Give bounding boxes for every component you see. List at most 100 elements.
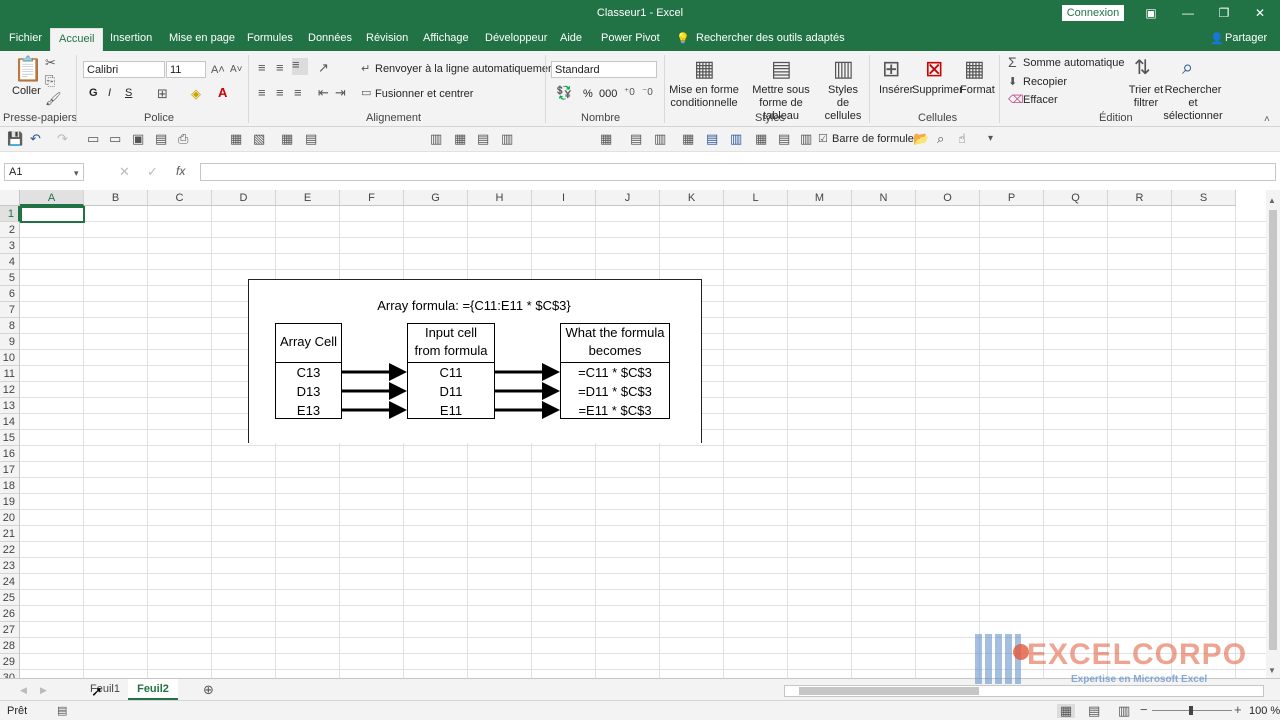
tab-insertion[interactable]: Insertion [110, 32, 152, 44]
scroll-up-icon[interactable]: ▲ [1268, 196, 1276, 205]
row-header-5[interactable]: 5 [0, 270, 20, 286]
row-header-12[interactable]: 12 [0, 382, 20, 398]
align-center-icon[interactable]: ≡ [276, 86, 284, 100]
format-table-icon[interactable]: ▤ [771, 57, 792, 81]
signin-button[interactable]: Connexion [1062, 5, 1124, 21]
row-header-11[interactable]: 11 [0, 366, 20, 382]
qat-tool-icon[interactable]: ▤ [778, 132, 790, 146]
prev-sheet-icon[interactable]: ◀ [20, 683, 27, 697]
autosum-button[interactable]: Somme automatique [1023, 57, 1125, 69]
tab-mise-en-page[interactable]: Mise en page [169, 32, 235, 44]
row-header-27[interactable]: 27 [0, 622, 20, 638]
vertical-scrollbar[interactable]: ▲ ▼ [1266, 190, 1280, 678]
normal-view-icon[interactable]: ▦ [1057, 704, 1075, 718]
qat-tool-icon[interactable]: ▦ [454, 132, 466, 146]
scroll-down-icon[interactable]: ▼ [1268, 666, 1276, 675]
insert-function-button[interactable]: fx [176, 164, 185, 178]
conditional-format-button[interactable]: Mise en forme conditionnelle [668, 84, 740, 110]
redo-icon[interactable]: ↷ [57, 132, 68, 146]
merge-center-button[interactable]: Fusionner et centrer [375, 88, 473, 100]
column-header-i[interactable]: I [532, 190, 596, 206]
select-all-corner[interactable] [0, 190, 20, 206]
tab-formules[interactable]: Formules [247, 32, 293, 44]
lightbulb-icon[interactable]: 💡 [676, 32, 690, 45]
paste-button[interactable]: Coller [12, 85, 41, 97]
customize-qat-icon[interactable]: ▾ [988, 132, 993, 146]
row-header-22[interactable]: 22 [0, 542, 20, 558]
person-icon[interactable]: 👤 [1210, 32, 1224, 45]
zoom-out-icon[interactable]: − [1140, 703, 1148, 717]
number-format-select[interactable]: Standard [551, 61, 657, 78]
row-header-2[interactable]: 2 [0, 222, 20, 238]
row-header-3[interactable]: 3 [0, 238, 20, 254]
align-left-icon[interactable]: ≡ [258, 86, 266, 100]
enter-icon[interactable]: ✓ [147, 165, 158, 179]
thousands-button[interactable]: 000 [599, 88, 617, 100]
qat-tool-icon[interactable]: ▧ [253, 132, 265, 146]
restore-icon[interactable]: ❐ [1214, 5, 1234, 21]
column-header-m[interactable]: M [788, 190, 852, 206]
row-header-4[interactable]: 4 [0, 254, 20, 270]
tab-aide[interactable]: Aide [560, 32, 582, 44]
tab-affichage[interactable]: Affichage [423, 32, 469, 44]
align-middle-icon[interactable]: ≡ [276, 61, 284, 75]
bold-button[interactable]: G [89, 87, 98, 99]
fill-icon[interactable]: ⬇ [1008, 75, 1017, 89]
tab-accueil[interactable]: Accueil [50, 28, 104, 51]
cancel-icon[interactable]: ✕ [119, 165, 130, 179]
undo-icon[interactable]: ↶ [30, 132, 41, 146]
column-header-c[interactable]: C [148, 190, 212, 206]
increase-indent-icon[interactable]: ⇥ [335, 86, 346, 100]
qat-tool-icon[interactable]: ▦ [682, 132, 694, 146]
column-header-a[interactable]: A [20, 190, 84, 206]
row-header-20[interactable]: 20 [0, 510, 20, 526]
qat-tool-icon[interactable]: ▭ [87, 132, 99, 146]
add-sheet-icon[interactable]: ⊕ [203, 683, 214, 697]
zoom-level[interactable]: 100 % [1249, 705, 1280, 717]
decrease-decimal-icon[interactable]: ⁻0 [642, 86, 653, 100]
row-header-16[interactable]: 16 [0, 446, 20, 462]
clear-icon[interactable]: ⌫ [1008, 93, 1024, 107]
cell-styles-button[interactable]: Styles de cellules [821, 84, 865, 123]
column-header-n[interactable]: N [852, 190, 916, 206]
sheet-tab-feuil1[interactable]: Feuil1 [82, 679, 128, 700]
tab-revision[interactable]: Révision [366, 32, 408, 44]
find-select-icon[interactable]: ⌕ [1182, 57, 1193, 79]
column-header-o[interactable]: O [916, 190, 980, 206]
qat-tool-icon[interactable]: ▤ [477, 132, 489, 146]
active-cell[interactable] [20, 206, 85, 223]
insert-cells-button[interactable]: Insérer [879, 84, 913, 96]
qat-tool-icon[interactable]: ▥ [730, 132, 742, 146]
close-icon[interactable]: ✕ [1250, 5, 1270, 21]
row-header-21[interactable]: 21 [0, 526, 20, 542]
clear-button[interactable]: Effacer [1023, 94, 1058, 106]
tab-power-pivot[interactable]: Power Pivot [601, 32, 660, 44]
row-header-28[interactable]: 28 [0, 638, 20, 654]
name-box-dropdown-icon[interactable]: ▾ [74, 166, 79, 180]
macro-record-icon[interactable]: ▤ [57, 704, 67, 718]
row-header-29[interactable]: 29 [0, 654, 20, 670]
orientation-icon[interactable]: ↗ [318, 61, 329, 75]
column-header-d[interactable]: D [212, 190, 276, 206]
qat-tool-icon[interactable]: ▦ [281, 132, 293, 146]
row-header-30[interactable]: 30 [0, 670, 20, 678]
paste-icon[interactable]: 📋 [13, 57, 43, 83]
qat-tool-icon[interactable]: ▤ [706, 132, 718, 146]
row-header-17[interactable]: 17 [0, 462, 20, 478]
qat-tool-icon[interactable]: ▥ [501, 132, 513, 146]
fill-button[interactable]: Recopier [1023, 76, 1067, 88]
tab-developpeur[interactable]: Développeur [485, 32, 547, 44]
format-painter-icon[interactable]: 🖌 [45, 92, 62, 106]
row-header-9[interactable]: 9 [0, 334, 20, 350]
sort-filter-button[interactable]: Trier et filtrer [1126, 84, 1166, 110]
shrink-font-icon[interactable]: A˅ [230, 63, 243, 77]
row-header-10[interactable]: 10 [0, 350, 20, 366]
touch-mode-icon[interactable]: ☝ [958, 132, 966, 146]
array-formula-diagram[interactable]: Array formula: ={C11:E11 * $C$3} Array C… [248, 279, 702, 443]
percent-button[interactable]: % [583, 88, 593, 100]
grow-font-icon[interactable]: A˄ [211, 63, 225, 77]
collapse-ribbon-icon[interactable]: ˄ [1264, 113, 1270, 127]
column-header-j[interactable]: J [596, 190, 660, 206]
sort-filter-icon[interactable]: ⇅ [1134, 57, 1151, 79]
column-header-g[interactable]: G [404, 190, 468, 206]
